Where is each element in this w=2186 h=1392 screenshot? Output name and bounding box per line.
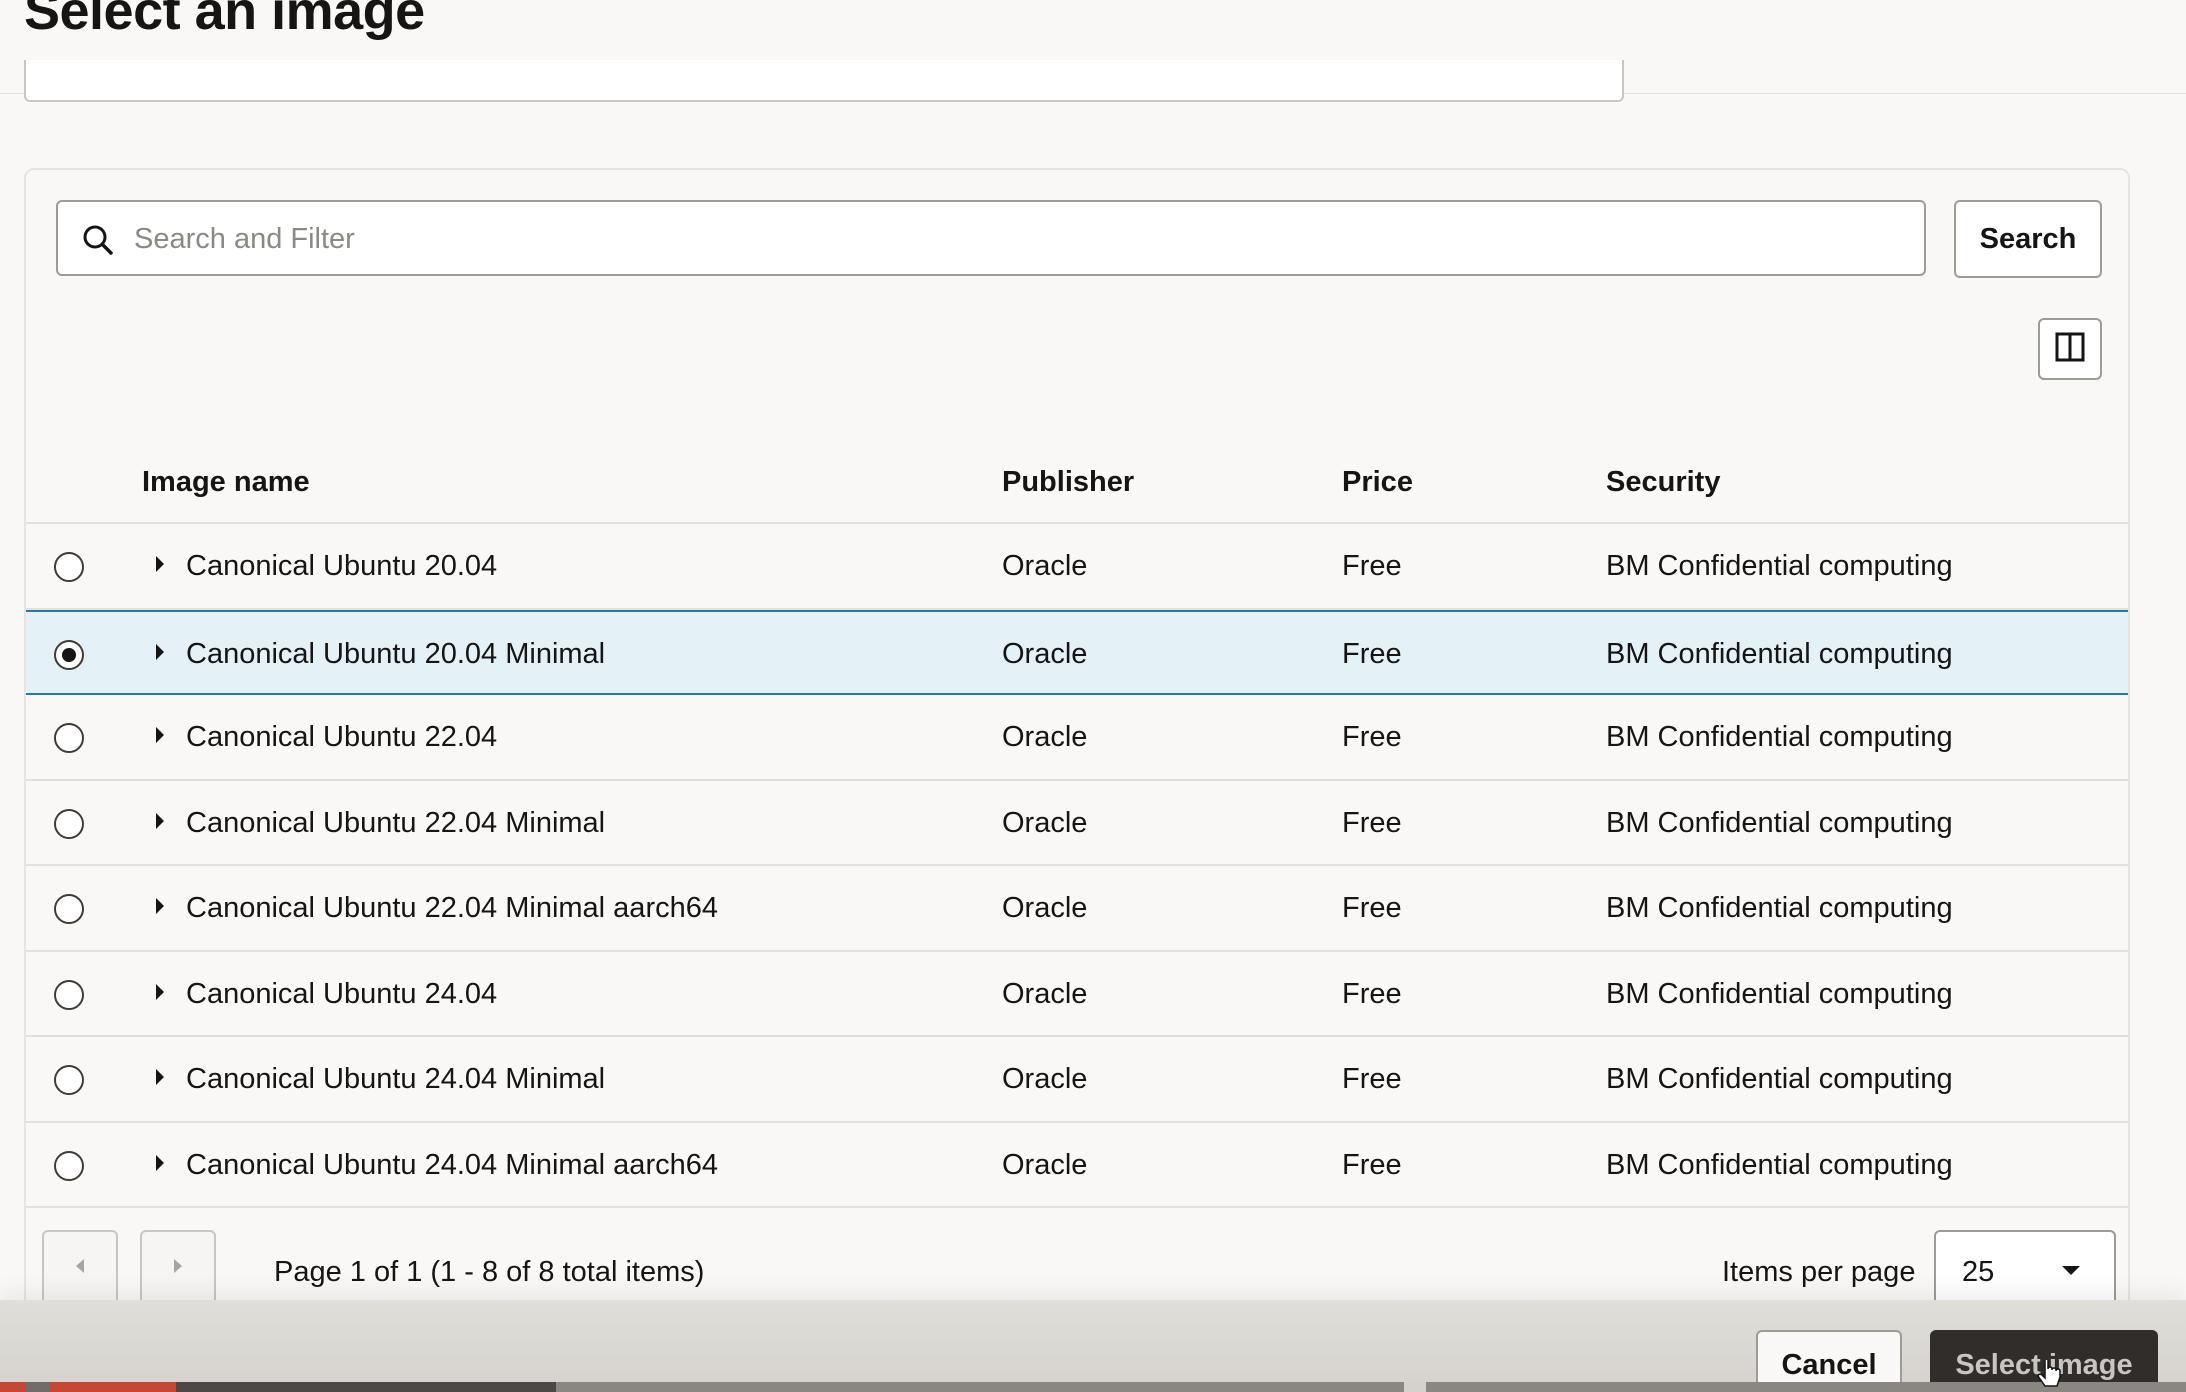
select-image-dialog: Select an image Search Ima <box>0 0 2186 1392</box>
table-row[interactable]: Canonical Ubuntu 24.04 Minimal Oracle Fr… <box>26 1037 2128 1123</box>
security-cell: BM Confidential computing <box>1606 721 1953 753</box>
row-radio[interactable] <box>54 808 84 839</box>
table-row[interactable]: Canonical Ubuntu 20.04 Oracle Free BM Co… <box>26 524 2128 610</box>
progress-gap <box>1404 1382 1426 1392</box>
price-cell: Free <box>1342 892 1402 924</box>
column-header-security[interactable]: Security <box>1606 466 1720 499</box>
progress-segment <box>1426 1382 2186 1392</box>
price-cell: Free <box>1342 1063 1402 1095</box>
security-cell: BM Confidential computing <box>1606 977 1953 1010</box>
security-cell: BM Confidential computing <box>1606 892 1953 924</box>
price-cell: Free <box>1342 1148 1402 1181</box>
caret-right-icon[interactable] <box>156 643 164 660</box>
previous-page-button[interactable] <box>42 1230 118 1306</box>
image-name-cell: Canonical Ubuntu 24.04 Minimal aarch64 <box>186 1148 718 1181</box>
caret-right-icon[interactable] <box>156 1154 164 1171</box>
security-cell: BM Confidential computing <box>1606 637 1953 670</box>
caret-right-icon <box>171 1257 185 1280</box>
publisher-cell: Oracle <box>1002 721 1088 753</box>
image-name-cell: Canonical Ubuntu 22.04 Minimal aarch64 <box>186 892 718 924</box>
images-table: Image name Publisher Price Security Cano… <box>26 432 2128 1208</box>
search-filter-box[interactable] <box>56 200 1926 276</box>
row-radio[interactable] <box>54 894 84 924</box>
image-name-cell: Canonical Ubuntu 20.04 <box>186 550 498 582</box>
publisher-cell: Oracle <box>1002 1063 1088 1095</box>
row-radio[interactable] <box>54 1065 84 1095</box>
price-cell: Free <box>1342 806 1402 839</box>
hand-cursor-icon <box>2036 1357 2064 1392</box>
next-page-button[interactable] <box>140 1230 216 1306</box>
dialog-header: Select an image <box>0 0 2186 102</box>
column-header-image-name[interactable]: Image name <box>142 466 310 499</box>
row-radio[interactable] <box>54 1150 84 1181</box>
publisher-cell: Oracle <box>1002 1148 1088 1181</box>
price-cell: Free <box>1342 550 1402 582</box>
table-row[interactable]: Canonical Ubuntu 24.04 Minimal aarch64 O… <box>26 1122 2128 1208</box>
image-name-cell: Canonical Ubuntu 22.04 Minimal <box>186 806 606 839</box>
row-radio[interactable] <box>54 723 84 753</box>
columns-icon <box>2055 332 2085 367</box>
table-header: Image name Publisher Price Security <box>26 432 2128 524</box>
publisher-cell: Oracle <box>1002 550 1088 582</box>
previous-field-edge <box>24 60 1624 102</box>
items-per-page-label: Items per page <box>1722 1256 1916 1288</box>
column-header-price[interactable]: Price <box>1342 466 1413 499</box>
items-per-page-select[interactable]: 25 <box>1934 1230 2116 1310</box>
row-radio[interactable] <box>54 552 84 582</box>
image-name-cell: Canonical Ubuntu 24.04 <box>186 977 498 1010</box>
publisher-cell: Oracle <box>1002 637 1088 670</box>
progress-segment <box>556 1382 1404 1392</box>
image-name-cell: Canonical Ubuntu 20.04 Minimal <box>186 637 606 670</box>
manage-columns-button[interactable] <box>2038 318 2102 380</box>
table-row-selected[interactable]: Canonical Ubuntu 20.04 Minimal Oracle Fr… <box>26 609 2128 695</box>
security-cell: BM Confidential computing <box>1606 806 1953 839</box>
table-row[interactable]: Canonical Ubuntu 22.04 Minimal aarch64 O… <box>26 866 2128 952</box>
progress-segment <box>50 1382 176 1392</box>
search-icon <box>80 222 116 258</box>
security-cell: BM Confidential computing <box>1606 550 1953 582</box>
security-cell: BM Confidential computing <box>1606 1148 1953 1181</box>
caret-right-icon[interactable] <box>156 1069 164 1085</box>
price-cell: Free <box>1342 637 1402 670</box>
publisher-cell: Oracle <box>1002 806 1088 839</box>
table-row[interactable]: Canonical Ubuntu 24.04 Oracle Free BM Co… <box>26 951 2128 1037</box>
caret-right-icon[interactable] <box>156 727 164 743</box>
caret-right-icon[interactable] <box>156 898 164 914</box>
row-radio-checked[interactable] <box>54 639 84 670</box>
chevron-down-icon <box>2062 1266 2080 1275</box>
price-cell: Free <box>1342 977 1402 1010</box>
page-title: Select an image <box>24 0 425 41</box>
table-row[interactable]: Canonical Ubuntu 22.04 Minimal Oracle Fr… <box>26 780 2128 866</box>
image-table-panel: Search Image name Publisher Price Securi… <box>24 168 2130 1328</box>
publisher-cell: Oracle <box>1002 977 1088 1010</box>
caret-right-icon[interactable] <box>156 983 164 1000</box>
dialog-footer: Cancel Select image <box>0 1300 2186 1392</box>
security-cell: BM Confidential computing <box>1606 1063 1953 1095</box>
column-header-publisher[interactable]: Publisher <box>1002 466 1134 499</box>
table-row[interactable]: Canonical Ubuntu 22.04 Oracle Free BM Co… <box>26 695 2128 781</box>
items-per-page-value: 25 <box>1962 1256 1995 1288</box>
pagination-status: Page 1 of 1 (1 - 8 of 8 total items) <box>274 1256 705 1288</box>
row-radio[interactable] <box>54 979 84 1010</box>
price-cell: Free <box>1342 721 1402 753</box>
progress-segment <box>0 1382 26 1392</box>
search-button[interactable]: Search <box>1954 200 2102 278</box>
progress-segment <box>176 1382 556 1392</box>
caret-right-icon[interactable] <box>156 556 164 572</box>
video-progress-strip <box>0 1382 2186 1392</box>
image-name-cell: Canonical Ubuntu 22.04 <box>186 721 498 753</box>
caret-left-icon <box>73 1257 87 1280</box>
caret-right-icon[interactable] <box>156 812 164 829</box>
publisher-cell: Oracle <box>1002 892 1088 924</box>
search-input[interactable] <box>134 214 1894 264</box>
image-name-cell: Canonical Ubuntu 24.04 Minimal <box>186 1063 606 1095</box>
